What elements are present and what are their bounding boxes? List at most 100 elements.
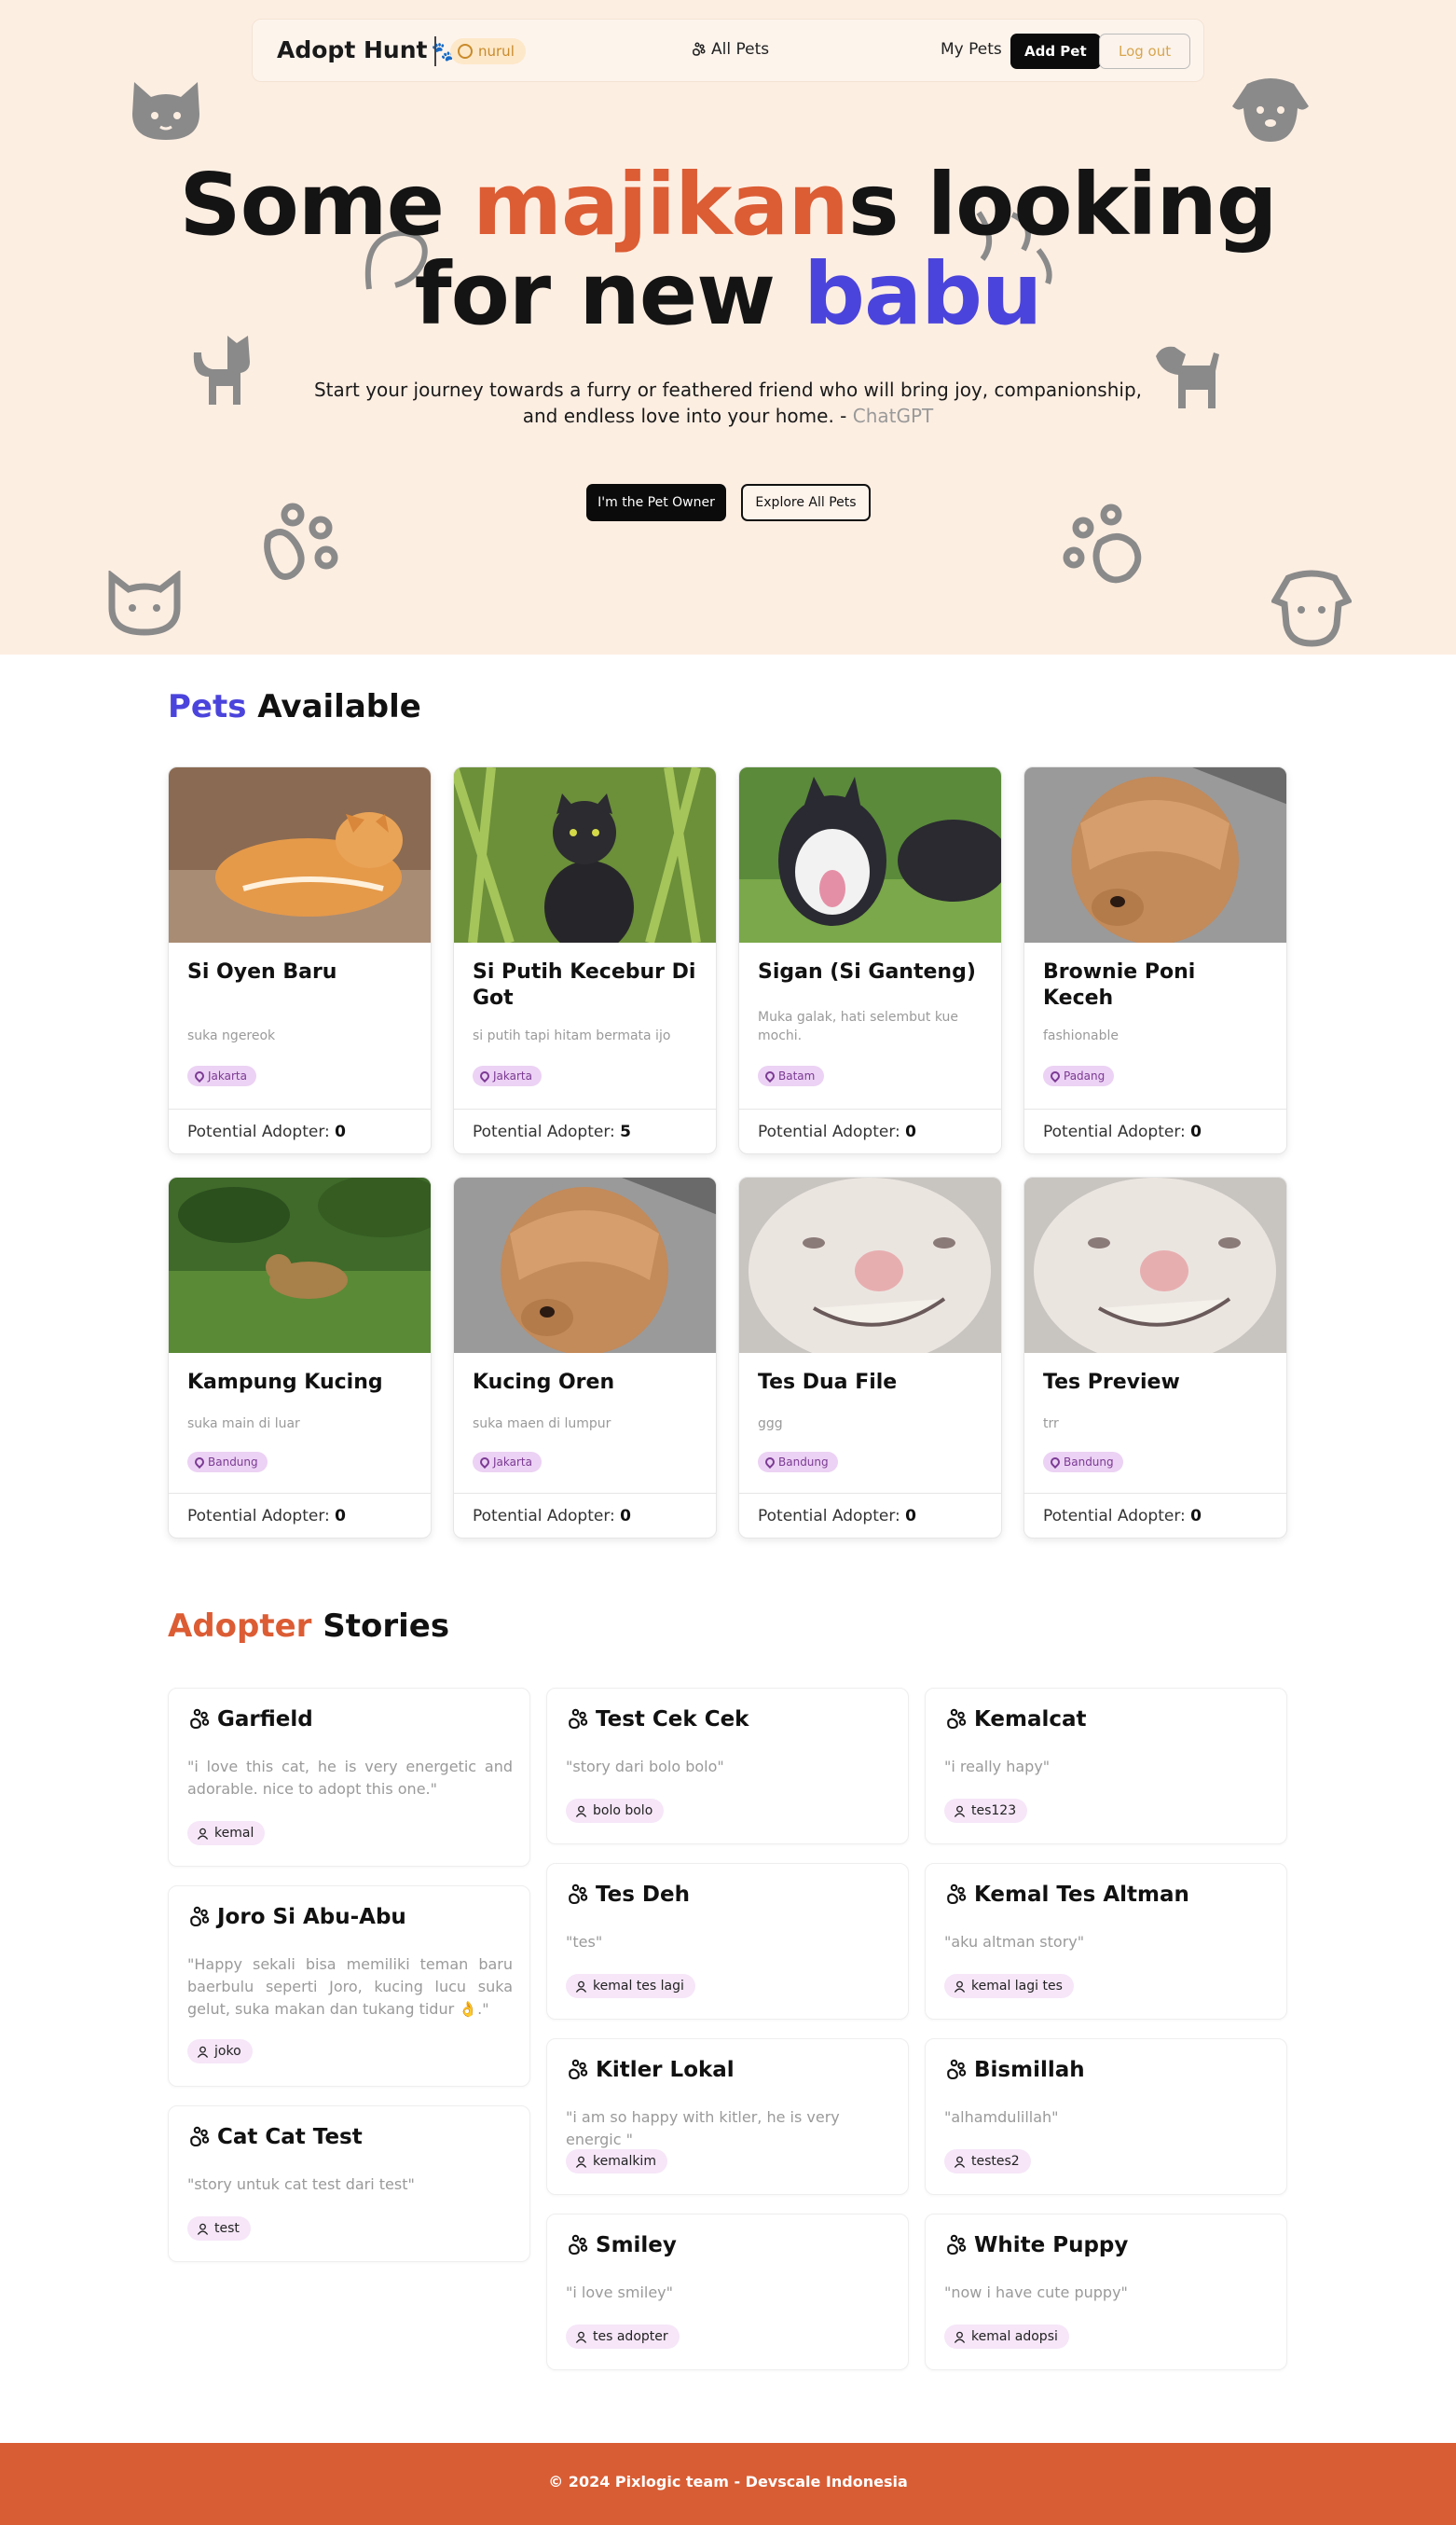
pets-section-title: Pets Available: [168, 688, 421, 725]
pet-card-footer: Potential Adopter: 0: [739, 1493, 1001, 1538]
pet-name: Sigan (Si Ganteng): [758, 960, 976, 984]
story-card[interactable]: Garfield "i love this cat, he is very en…: [168, 1688, 530, 1867]
pet-card[interactable]: Si Oyen Baru suka ngereok Jakarta Potent…: [168, 766, 432, 1154]
user-icon: [575, 2331, 587, 2343]
pet-location-badge: Bandung: [1043, 1452, 1123, 1472]
story-card[interactable]: Test Cek Cek "story dari bolo bolo" bolo…: [546, 1688, 909, 1844]
story-card[interactable]: Tes Deh "tes" kemal tes lagi: [546, 1863, 909, 2020]
story-title-text: Bismillah: [974, 2058, 1085, 2082]
pet-photo: [1024, 767, 1286, 943]
potential-adopter: Potential Adopter: 5: [473, 1123, 631, 1141]
potential-adopter-label: Potential Adopter:: [187, 1123, 336, 1141]
potential-adopter-count: 0: [905, 1123, 916, 1141]
pet-location: Bandung: [208, 1456, 258, 1469]
story-title-text: White Puppy: [974, 2233, 1129, 2257]
paw-icon: [190, 1906, 210, 1927]
story-text: "i love this cat, he is very energetic a…: [187, 1758, 513, 1798]
story-author: test: [214, 2221, 240, 2236]
pet-photo: [454, 767, 716, 943]
pet-card[interactable]: Si Putih Kecebur Di Got si putih tapi hi…: [453, 766, 717, 1154]
location-pin-icon: [192, 1455, 207, 1469]
pet-card[interactable]: Kucing Oren suka maen di lumpur Jakarta …: [453, 1177, 717, 1538]
explore-pets-button[interactable]: Explore All Pets: [741, 484, 871, 521]
hero-title-text: for new: [414, 244, 804, 344]
potential-adopter-count: 0: [1190, 1507, 1202, 1525]
story-card[interactable]: Cat Cat Test "story untuk cat test dari …: [168, 2105, 530, 2262]
story-author-badge: kemal adopsi: [944, 2325, 1069, 2349]
story-title-text: Garfield: [217, 1707, 313, 1732]
standing-dog-icon: [1156, 346, 1219, 408]
section-title-highlight: Adopter: [168, 1607, 312, 1645]
story-author-badge: kemal tes lagi: [566, 1974, 695, 1998]
pet-location: Jakarta: [493, 1069, 532, 1083]
pet-description: suka ngereok: [187, 1028, 276, 1043]
pet-photo: [739, 767, 1001, 943]
paw-icon: [947, 1883, 967, 1905]
potential-adopter-count: 0: [905, 1507, 916, 1525]
pet-location-badge: Jakarta: [473, 1066, 542, 1086]
paw-icon: [947, 2059, 967, 2080]
hero-title: Some majikans looking for new babu: [0, 160, 1456, 339]
dog-outline-icon: [1271, 570, 1352, 647]
story-card[interactable]: Smiley "i love smiley" tes adopter: [546, 2214, 909, 2370]
story-text: "aku altman story": [944, 1933, 1085, 1951]
story-title-text: Joro Si Abu-Abu: [217, 1905, 406, 1929]
pet-card[interactable]: Tes Preview trr Bandung Potential Adopte…: [1023, 1177, 1287, 1538]
story-author: kemal: [214, 1826, 254, 1841]
pet-card[interactable]: Brownie Poni Keceh fashionable Padang Po…: [1023, 766, 1287, 1154]
pet-card[interactable]: Sigan (Si Ganteng) Muka galak, hati sele…: [738, 766, 1002, 1154]
story-author: kemal tes lagi: [593, 1979, 684, 1994]
pet-card-footer: Potential Adopter: 0: [739, 1109, 1001, 1153]
user-icon: [954, 2156, 966, 2168]
pet-card-footer: Potential Adopter: 0: [1024, 1493, 1286, 1538]
logo[interactable]: Adopt Hunt 🐾: [277, 36, 454, 63]
story-text: "i really hapy": [944, 1758, 1051, 1775]
potential-adopter-label: Potential Adopter:: [473, 1123, 621, 1141]
user-icon: [197, 2046, 209, 2058]
pet-owner-button[interactable]: I'm the Pet Owner: [586, 484, 726, 521]
location-pin-icon: [1048, 1069, 1063, 1083]
story-author-badge: bolo bolo: [566, 1799, 665, 1823]
user-icon: [954, 2331, 966, 2343]
story-card[interactable]: Kitler Lokal "i am so happy with kitler,…: [546, 2038, 909, 2195]
paw-icon: [947, 2234, 967, 2256]
story-card[interactable]: Kemalcat "i really hapy" tes123: [925, 1688, 1287, 1844]
nav-link-my-pets[interactable]: My Pets: [941, 40, 1002, 59]
hero-section: Adopt Hunt 🐾 nurul All Pets My Pets Add P…: [0, 0, 1456, 655]
add-pet-button[interactable]: Add Pet: [1010, 34, 1101, 69]
story-card[interactable]: Bismillah "alhamdulillah" testes2: [925, 2038, 1287, 2195]
story-title-text: Cat Cat Test: [217, 2125, 363, 2149]
story-author-badge: kemalkim: [566, 2149, 667, 2173]
pet-location-badge: Batam: [758, 1066, 825, 1086]
story-title: Garfield: [187, 1707, 313, 1732]
story-text: "tes": [566, 1933, 603, 1951]
story-card[interactable]: White Puppy "now i have cute puppy" kema…: [925, 2214, 1287, 2370]
potential-adopter-count: 0: [1190, 1123, 1202, 1141]
footer-copyright: © 2024 Pixlogic team - Devscale Indonesi…: [548, 2473, 908, 2491]
pet-description: si putih tapi hitam bermata ijo: [473, 1028, 671, 1043]
hero-title-highlight: babu: [804, 244, 1042, 344]
pet-card[interactable]: Tes Dua File ggg Bandung Potential Adopt…: [738, 1177, 1002, 1538]
pet-card-footer: Potential Adopter: 0: [169, 1109, 431, 1153]
paw-icon: [569, 1883, 588, 1905]
navbar: Adopt Hunt 🐾 nurul All Pets My Pets Add P…: [252, 19, 1204, 82]
pet-description: suka maen di lumpur: [473, 1416, 611, 1431]
story-card[interactable]: Joro Si Abu-Abu "Happy sekali bisa memil…: [168, 1885, 530, 2087]
potential-adopter-label: Potential Adopter:: [1043, 1123, 1191, 1141]
pet-photo: [739, 1178, 1001, 1353]
story-title: White Puppy: [944, 2233, 1128, 2257]
story-title: Kitler Lokal: [566, 2058, 735, 2082]
pet-location: Bandung: [1064, 1456, 1114, 1469]
story-card[interactable]: Kemal Tes Altman "aku altman story" kema…: [925, 1863, 1287, 2020]
user-icon: [575, 1805, 587, 1817]
pet-card[interactable]: Kampung Kucing suka main di luar Bandung…: [168, 1177, 432, 1538]
story-text: "i am so happy with kitler, he is very e…: [566, 2108, 840, 2148]
pet-photo: [169, 1178, 431, 1353]
logout-button[interactable]: Log out: [1099, 34, 1191, 69]
nav-link-all-pets[interactable]: All Pets: [691, 40, 769, 59]
paw-icon: [190, 1708, 210, 1730]
potential-adopter: Potential Adopter: 0: [1043, 1123, 1202, 1141]
story-title-text: Smiley: [596, 2233, 677, 2257]
user-icon: [575, 2156, 587, 2168]
potential-adopter-label: Potential Adopter:: [1043, 1507, 1191, 1525]
